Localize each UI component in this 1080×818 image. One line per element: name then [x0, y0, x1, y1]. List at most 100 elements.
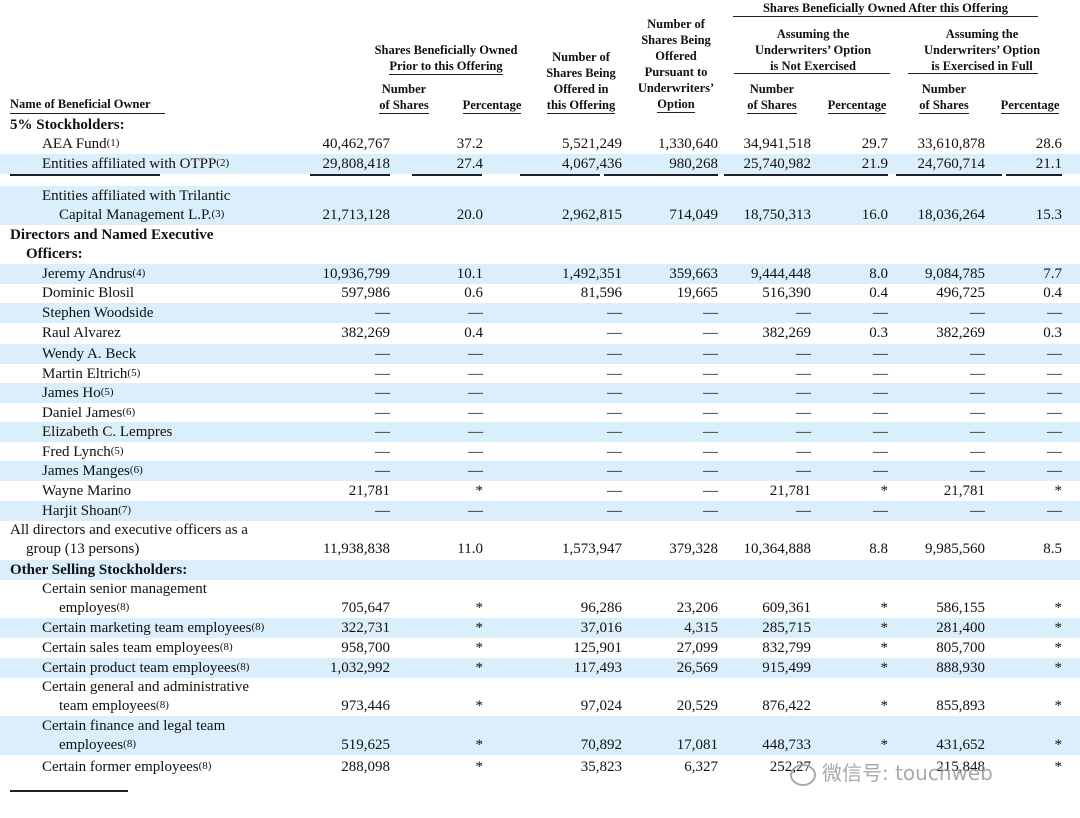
header-full-line2: Underwriters’ Option — [923, 43, 1041, 57]
table-cell-4: — — [703, 325, 718, 341]
table-cell-8: — — [1047, 424, 1062, 440]
table-cell-2: * — [475, 737, 484, 753]
table-cell-6: 0.3 — [869, 325, 888, 341]
table-cell-6: * — [880, 698, 889, 714]
table-cell-3: 70,892 — [580, 737, 622, 753]
table-cell-1: — — [375, 424, 390, 440]
table-cell-4: 6,327 — [684, 759, 718, 775]
table-row: AEA Fund(1) 40,462,767 37.2 5,521,249 1,330,… — [0, 134, 1080, 154]
table-cell-5: — — [796, 405, 811, 421]
section-title: Other Selling Stockholders: — [10, 562, 188, 578]
table-row: Certain marketing team employees(8) 322,7… — [0, 618, 1080, 638]
table-cell-2: * — [475, 483, 484, 499]
header-notex-rule — [734, 73, 890, 74]
table-cell-2: 11.0 — [457, 541, 483, 557]
header-prior-line1: Shares Beneficially Owned — [374, 43, 518, 57]
table-row: Fred Lynch(5) — — — — — — — — — [0, 442, 1080, 462]
table-cell-3: 81,596 — [580, 285, 622, 301]
footnote-ref: (8) — [156, 699, 169, 711]
owner-name-text: James Ho — [42, 385, 101, 401]
table-cell-3: — — [607, 405, 622, 421]
owner-name: Fred Lynch(5) — [42, 442, 124, 462]
table-cell-1: 40,462,767 — [322, 136, 391, 152]
separator-rule — [896, 174, 1002, 176]
table-cell-3: 1,492,351 — [562, 266, 622, 282]
table-cell-8: 21.1 — [1035, 156, 1062, 172]
table-cell-4: — — [703, 346, 718, 362]
owner-name-line2: team employees(8) — [59, 696, 169, 716]
table-cell-4: — — [703, 405, 718, 421]
owner-name: Dominic Blosil — [42, 283, 134, 303]
table-cell-5: 285,715 — [762, 620, 811, 636]
table-row: Jeremy Andrus(4) 10,936,799 10.1 1,492,351 3… — [0, 264, 1080, 284]
owner-name-text: Capital Management L.P. — [59, 207, 212, 223]
owner-name-text: Raul Alvarez — [42, 325, 121, 341]
table-cell-2: * — [475, 759, 484, 775]
table-cell-2: — — [468, 346, 483, 362]
owner-name-text: Certain former employees — [42, 759, 199, 775]
table-cell-3: 97,024 — [580, 698, 622, 714]
owner-name-line1: All directors and executive officers as … — [10, 522, 248, 538]
header-number-1: Number of Shares — [370, 81, 438, 114]
table-cell-1: 958,700 — [341, 640, 390, 656]
footnote-ref: (8) — [219, 641, 233, 653]
table-cell-6: — — [873, 444, 888, 460]
table-cell-7: — — [970, 366, 985, 382]
table-cell-7: — — [970, 503, 985, 519]
owner-name-text: employees — [59, 737, 124, 753]
table-row: Dominic Blosil 597,986 0.6 81,596 19,665 516,… — [0, 283, 1080, 303]
header-offered: Number of Shares Being Offered in this O… — [538, 49, 624, 114]
watermark: 微信号: touchweb — [790, 757, 993, 786]
table-cell-7: 586,155 — [936, 600, 985, 616]
header-not-exercised: Assuming the Underwriters’ Option is Not… — [734, 26, 892, 74]
header-pct-2a: Percentage — [827, 98, 887, 114]
table-cell-4: — — [703, 424, 718, 440]
owner-name-text: team employees — [59, 698, 157, 714]
owner-name-text: Elizabeth C. Lempres — [42, 424, 173, 440]
table-cell-6: * — [880, 620, 889, 636]
table-cell-6: * — [880, 483, 889, 499]
table-cell-8: * — [1054, 483, 1063, 499]
header-offered-line3: Offered in — [553, 82, 609, 96]
table-cell-5: — — [796, 366, 811, 382]
separator-rule — [520, 174, 600, 176]
table-cell-4: 17,081 — [676, 737, 718, 753]
table-cell-3: 125,901 — [573, 640, 622, 656]
section-row: Other Selling Stockholders: — [0, 560, 1080, 580]
table-cell-6: 21.9 — [861, 156, 888, 172]
footnote-ref: (6) — [129, 464, 143, 476]
table-cell-6: * — [880, 600, 889, 616]
owner-name-text: Stephen Woodside — [42, 305, 154, 321]
table-row-wrapped: All directors and executive officers as … — [0, 520, 1080, 559]
table-cell-5: 34,941,518 — [743, 136, 812, 152]
table-row: Stephen Woodside — — — — — — — — — [0, 303, 1080, 323]
table-row: Certain sales team employees(8) 958,700 * 1… — [0, 638, 1080, 658]
table-cell-1: 29,808,418 — [322, 156, 391, 172]
table-cell-5: — — [796, 424, 811, 440]
table-cell-3: — — [607, 463, 622, 479]
header-uw-line6: Option — [657, 97, 695, 113]
header-number-2: Number of Shares — [738, 81, 806, 114]
owner-name-text: Entities affiliated with OTPP — [42, 156, 217, 172]
table-cell-7: — — [970, 385, 985, 401]
footnote-ref: (1) — [106, 137, 120, 149]
table-cell-1: 21,713,128 — [322, 207, 391, 223]
owner-name-line2: Capital Management L.P.(3) — [59, 205, 224, 225]
owner-name-text: Certain sales team employees — [42, 640, 220, 656]
header-number-3b: of Shares — [919, 98, 969, 114]
table-cell-2: 20.0 — [456, 207, 483, 223]
owner-name: Entities affiliated with OTPP(2) — [42, 154, 229, 174]
header-number-3: Number of Shares — [910, 81, 978, 114]
table-cell-8: — — [1047, 305, 1062, 321]
owner-name: Daniel James(6) — [42, 403, 135, 423]
owner-name: Certain sales team employees(8) — [42, 638, 233, 658]
owner-name-text: Certain marketing team employees — [42, 620, 252, 636]
header-notex-line1: Assuming the — [776, 27, 850, 41]
table-cell-6: — — [873, 346, 888, 362]
table-cell-8: * — [1054, 640, 1063, 656]
table-cell-3: 1,573,947 — [562, 541, 622, 557]
table-cell-4: 4,315 — [684, 620, 718, 636]
table-row: Elizabeth C. Lempres — — — — — — — — — [0, 422, 1080, 442]
table-cell-2: * — [475, 660, 484, 676]
table-cell-1: — — [375, 444, 390, 460]
